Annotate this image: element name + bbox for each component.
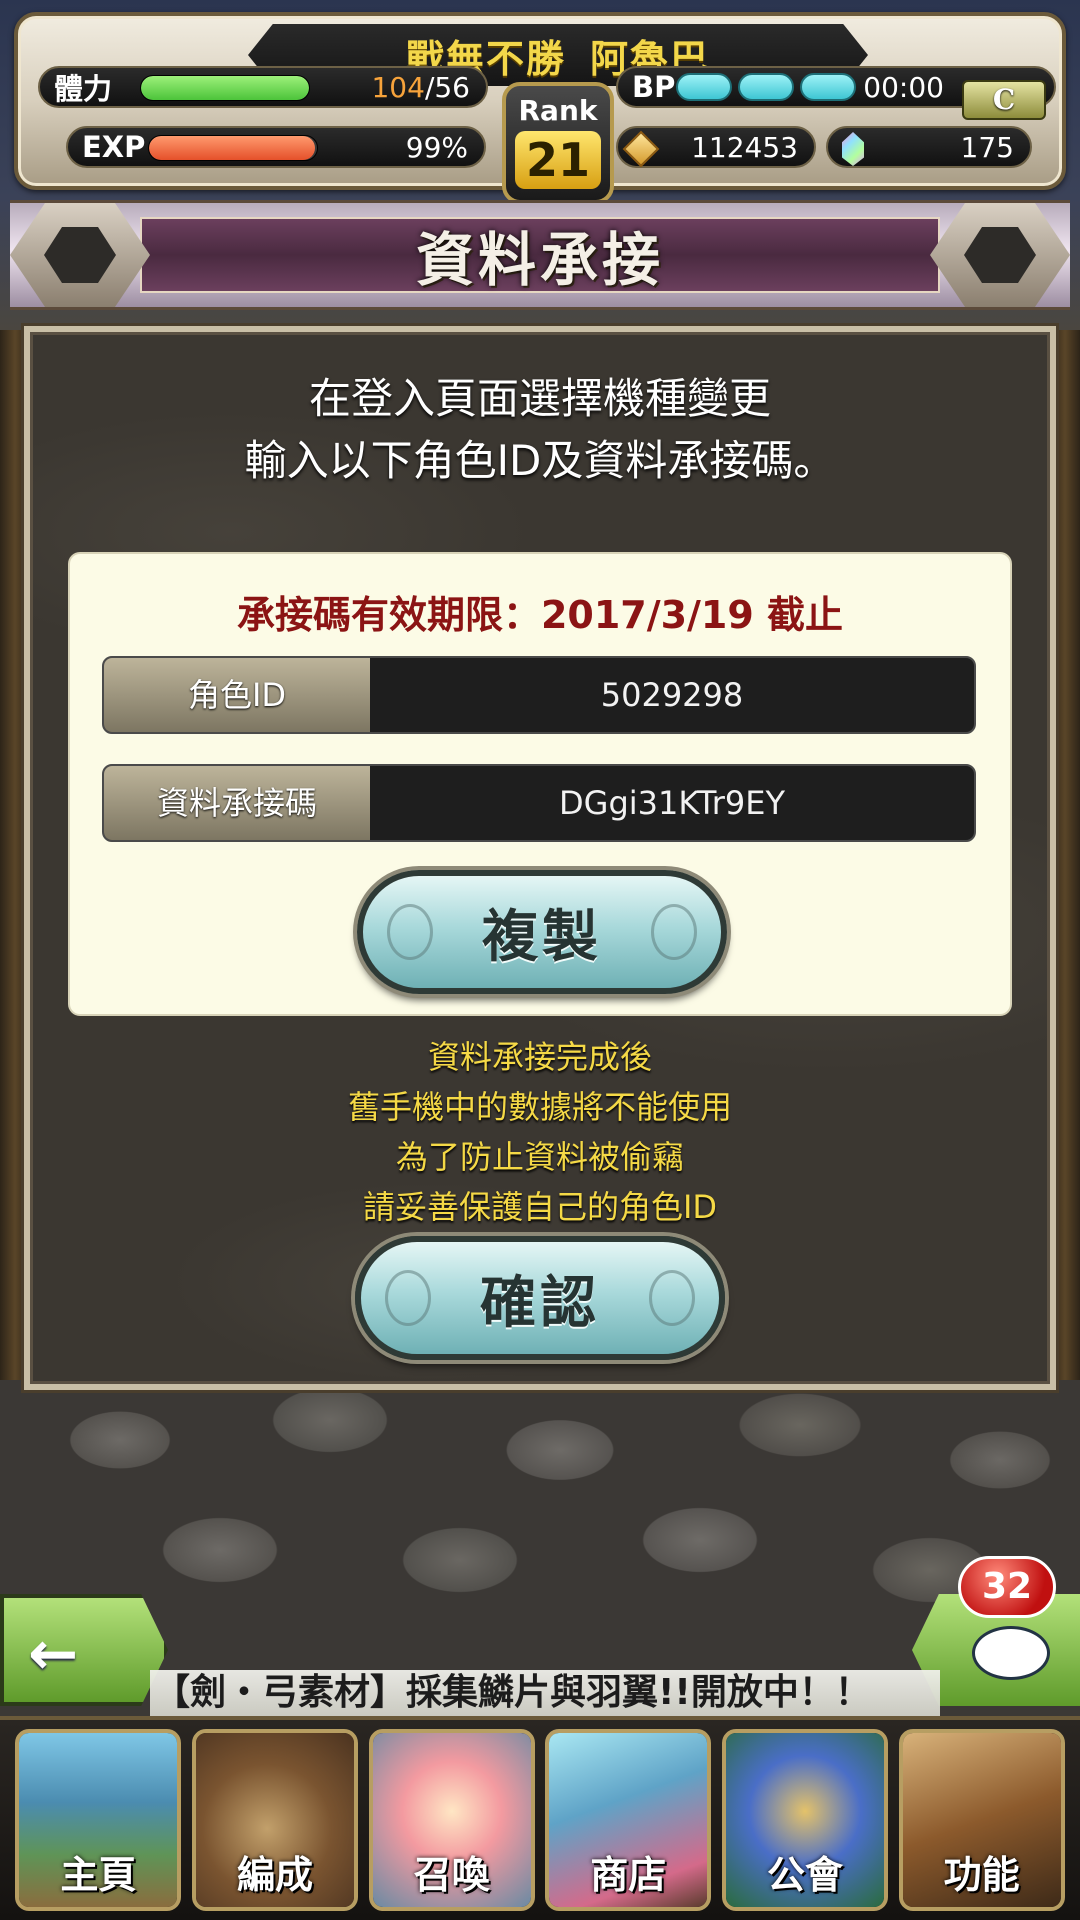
page-title: 資料承接 — [415, 226, 664, 294]
character-id-value[interactable]: 5029298 — [370, 658, 974, 732]
bp-point — [738, 73, 794, 101]
bp-timer: 00:00 — [863, 70, 944, 104]
stamina-bar-fill — [141, 76, 309, 100]
instruction-line-2: 輸入以下角色ID及資料承接碼。 — [244, 436, 836, 485]
bp-label: BP — [632, 70, 676, 104]
warning-line-3: 為了防止資料被偷竊 — [395, 1138, 684, 1176]
stamina-bar — [140, 75, 310, 101]
nav-shop[interactable]: 商店 — [545, 1729, 712, 1911]
news-ticker[interactable]: 【劍・弓素材】採集鱗片與羽翼!!開放中！！ — [150, 1670, 940, 1716]
rank-label: Rank — [518, 94, 598, 127]
copy-button[interactable]: 複製 — [357, 870, 727, 994]
transfer-code-row: 資料承接碼 DGgi31KTr9EY — [102, 764, 976, 842]
instruction-line-1: 在登入頁面選擇機種變更 — [308, 374, 771, 423]
confirm-button-label: 確認 — [480, 1270, 600, 1336]
back-button[interactable]: ← — [0, 1594, 168, 1706]
nav-home[interactable]: 主頁 — [15, 1729, 182, 1911]
bp-point — [800, 73, 856, 101]
bp-point — [676, 73, 732, 101]
warning-line-4: 請妥善保護自己的角色ID — [362, 1188, 718, 1226]
nav-party-label: 編成 — [236, 1853, 313, 1897]
data-transfer-panel: 在登入頁面選擇機種變更 輸入以下角色ID及資料承接碼。 承接碼有效期限：2017… — [24, 326, 1056, 1390]
bottom-navigation: 主頁 編成 召喚 商店 公會 功能 — [0, 1716, 1080, 1920]
nav-function[interactable]: 功能 — [898, 1729, 1065, 1911]
exp-label: EXP — [82, 130, 146, 164]
exp-bar-fill — [149, 136, 316, 160]
stamina-label: 體力 — [54, 72, 113, 106]
button-ornament-icon — [649, 1270, 695, 1326]
confirm-button[interactable]: 確認 — [355, 1236, 725, 1360]
nav-party[interactable]: 編成 — [191, 1729, 358, 1911]
nav-home-label: 主頁 — [60, 1853, 137, 1897]
bp-points — [670, 73, 856, 101]
transfer-code-label: 資料承接碼 — [104, 766, 370, 840]
gold-gem-icon — [622, 130, 660, 168]
transfer-info-card: 承接碼有效期限：2017/3/19 截止 角色ID 5029298 資料承接碼 … — [68, 552, 1012, 1016]
crystal-value: 175 — [960, 130, 1014, 164]
character-id-row: 角色ID 5029298 — [102, 656, 976, 734]
character-id-label: 角色ID — [104, 658, 370, 732]
nav-guild-label: 公會 — [766, 1853, 843, 1897]
crystal-counter[interactable]: 175 — [826, 126, 1032, 168]
nav-shop-label: 商店 — [590, 1853, 667, 1897]
player-status-bar: 戰無不勝 阿魯巴 體力 104/56 EXP 99% Rank 21 BP 00… — [14, 12, 1066, 204]
stamina-value: 104/56 — [371, 71, 470, 104]
nav-summon[interactable]: 召喚 — [368, 1729, 535, 1911]
chat-notification-badge: 32 — [958, 1556, 1056, 1618]
gold-counter[interactable]: 112453 — [616, 126, 816, 168]
transfer-code-value[interactable]: DGgi31KTr9EY — [370, 766, 974, 840]
button-ornament-icon — [651, 904, 697, 960]
button-ornament-icon — [385, 1270, 431, 1326]
gold-value: 112453 — [691, 130, 798, 164]
page-banner: 資料承接 — [10, 200, 1070, 310]
nav-function-label: 功能 — [943, 1853, 1020, 1897]
speech-bubble-icon[interactable] — [972, 1626, 1050, 1680]
copy-button-label: 複製 — [482, 904, 602, 970]
stamina-meter[interactable]: 體力 104/56 — [38, 66, 488, 108]
warning-line-2: 舊手機中的數據將不能使用 — [347, 1088, 732, 1126]
bp-grade-badge[interactable]: C — [962, 80, 1046, 120]
stamina-current: 104 — [371, 70, 425, 104]
button-ornament-icon — [387, 904, 433, 960]
exp-value: 99% — [405, 130, 468, 164]
exp-meter: EXP 99% — [66, 126, 486, 168]
rainbow-crystal-icon — [842, 132, 864, 166]
expiry-notice: 承接碼有效期限：2017/3/19 截止 — [236, 593, 844, 637]
stamina-max: /56 — [424, 70, 470, 104]
left-arrow-icon: ← — [28, 1619, 79, 1689]
nav-summon-label: 召喚 — [413, 1853, 490, 1897]
warning-text: 資料承接完成後 舊手機中的數據將不能使用 為了防止資料被偷竊 請妥善保護自己的角… — [30, 1032, 1050, 1232]
nav-guild[interactable]: 公會 — [721, 1729, 888, 1911]
rank-value: 21 — [515, 131, 601, 189]
warning-line-1: 資料承接完成後 — [427, 1038, 652, 1076]
rank-badge: Rank 21 — [502, 82, 614, 204]
exp-bar — [148, 135, 318, 161]
instruction-text: 在登入頁面選擇機種變更 輸入以下角色ID及資料承接碼。 — [30, 368, 1050, 492]
